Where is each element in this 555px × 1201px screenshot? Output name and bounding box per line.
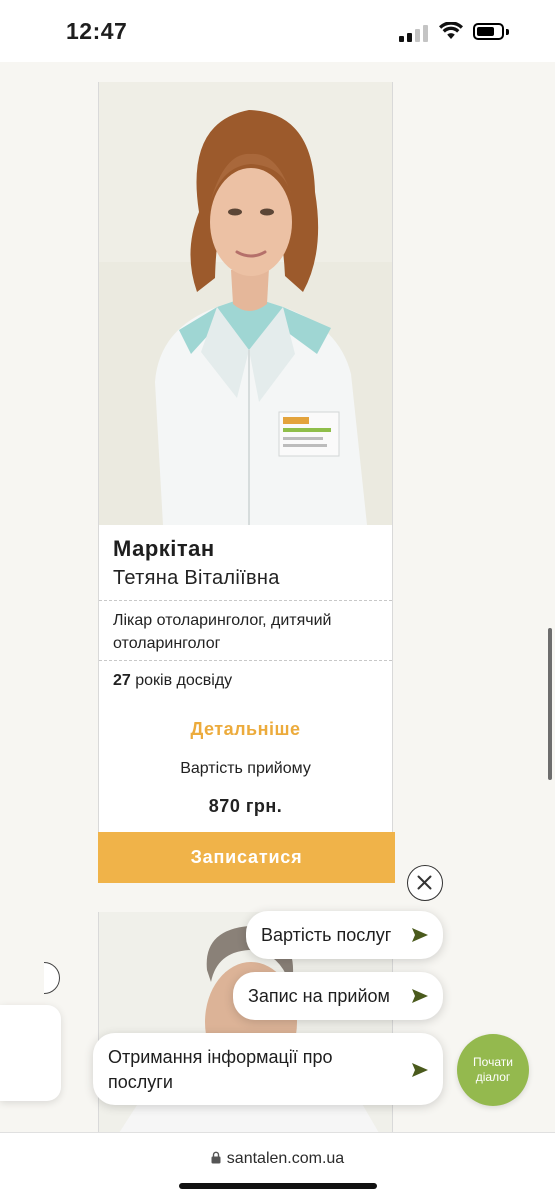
experience-years: 27 bbox=[113, 672, 131, 689]
price-label: Вартість прийому bbox=[180, 760, 311, 777]
cellular-signal-icon bbox=[399, 24, 429, 42]
url-text: santalen.com.ua bbox=[226, 1150, 345, 1167]
send-icon bbox=[412, 928, 428, 942]
start-dialog-label: Почати діалог bbox=[473, 1055, 513, 1084]
battery-icon bbox=[473, 23, 504, 40]
status-bar: 12:47 bbox=[0, 0, 555, 62]
quick-reply-info[interactable]: Отримання інформації про послуги bbox=[93, 1033, 443, 1105]
home-indicator[interactable] bbox=[179, 1183, 377, 1189]
close-icon bbox=[417, 875, 432, 890]
quick-reply-label: Вартість послуг bbox=[261, 925, 392, 945]
divider bbox=[99, 660, 392, 661]
doctor-photo bbox=[99, 82, 392, 525]
send-icon bbox=[412, 989, 428, 1003]
experience-suffix: років досвіду bbox=[130, 672, 233, 689]
book-appointment-button[interactable]: Записатися bbox=[98, 832, 395, 883]
price-value: 870 грн. bbox=[208, 796, 283, 816]
experience-text: 27 років досвіду bbox=[113, 672, 232, 690]
divider bbox=[99, 600, 392, 601]
quick-reply-label: Отримання інформації про послуги bbox=[108, 1047, 333, 1092]
status-time: 12:47 bbox=[66, 18, 128, 44]
start-dialog-button[interactable]: Почати діалог bbox=[457, 1034, 529, 1106]
url-display[interactable]: santalen.com.ua bbox=[0, 1150, 555, 1168]
battery-tip bbox=[506, 29, 509, 35]
details-link[interactable]: Детальніше bbox=[99, 719, 392, 740]
browser-address-bar[interactable]: santalen.com.ua bbox=[0, 1132, 555, 1201]
hidden-widget-button[interactable] bbox=[44, 962, 60, 994]
doctor-surname: Маркітан bbox=[113, 536, 215, 561]
quick-reply-label: Запис на прийом bbox=[248, 986, 390, 1006]
doctor-card: Маркітан Тетяна Віталіївна Лікар отолари… bbox=[98, 82, 395, 883]
doctor-specialty: Лікар отоларинголог, дитячий отоларингол… bbox=[113, 612, 332, 652]
lock-icon bbox=[211, 1151, 221, 1164]
quick-reply-appointment[interactable]: Запис на прийом bbox=[233, 972, 443, 1020]
chat-close-button[interactable] bbox=[407, 865, 443, 901]
quick-reply-prices[interactable]: Вартість послуг bbox=[246, 911, 443, 959]
wifi-icon bbox=[439, 22, 463, 39]
send-icon bbox=[412, 1063, 428, 1077]
scrollbar[interactable] bbox=[548, 628, 552, 780]
hidden-widget-panel[interactable] bbox=[0, 1005, 61, 1101]
doctor-given-names: Тетяна Віталіївна bbox=[113, 567, 280, 589]
